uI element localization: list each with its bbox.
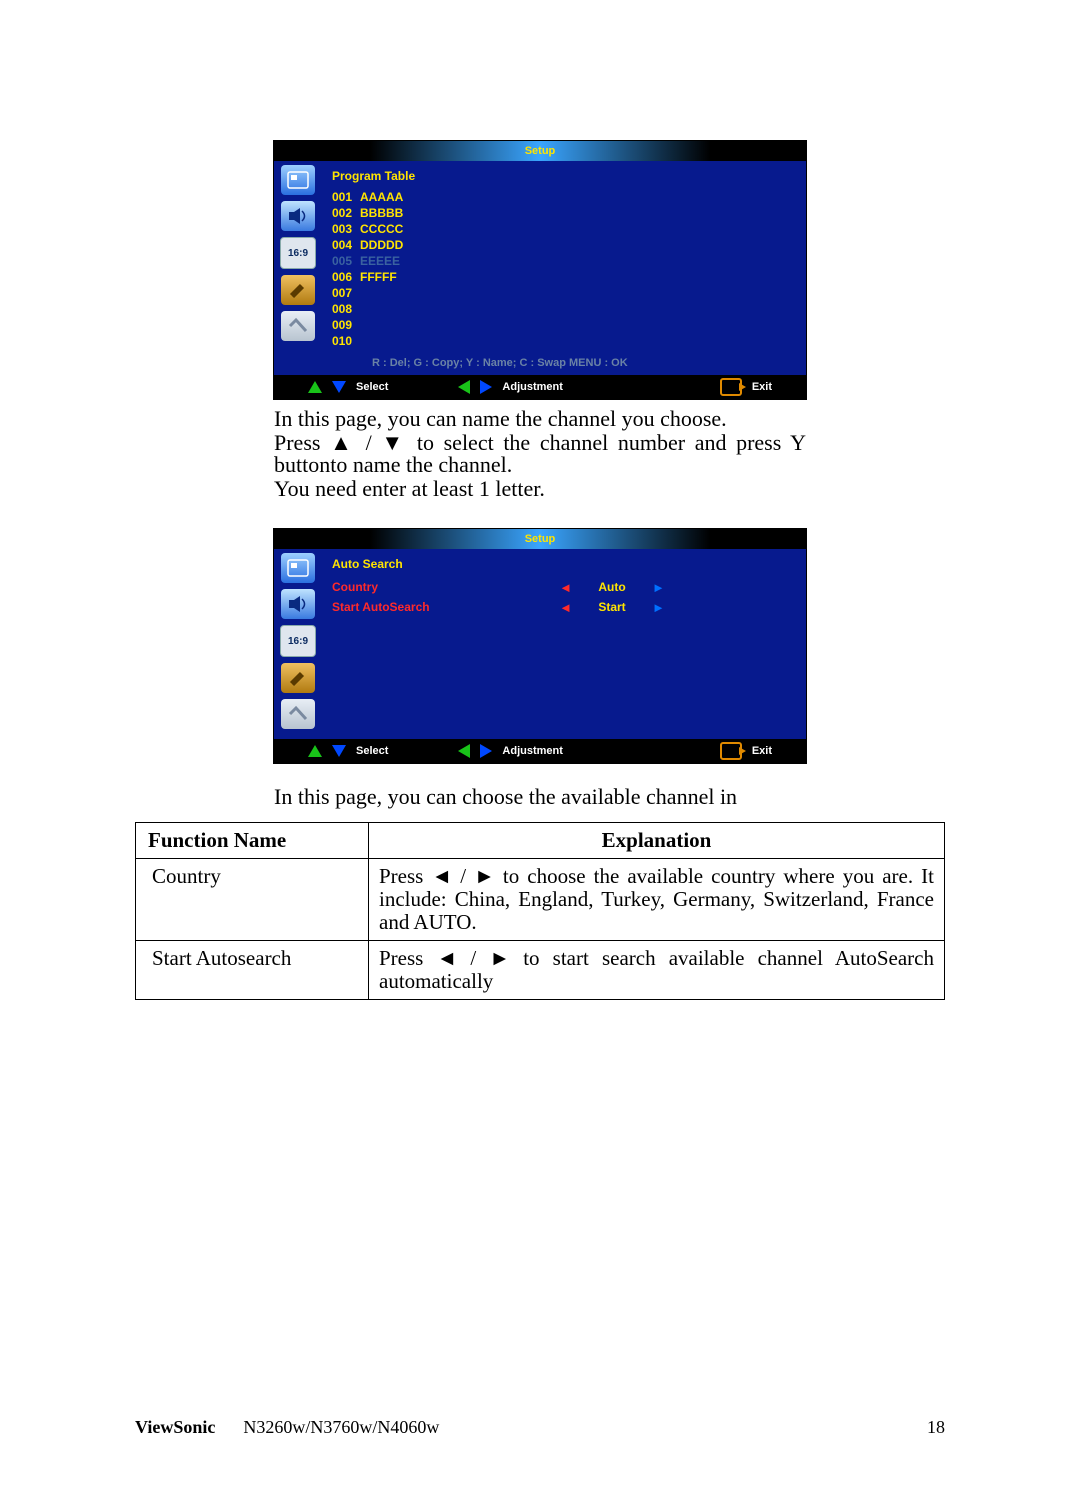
down-icon xyxy=(332,745,346,757)
option-country[interactable]: Country ◄ Auto ► xyxy=(332,577,796,597)
left-icon xyxy=(458,380,470,394)
osd-title: Setup xyxy=(525,145,556,157)
function-table: Function Name Explanation Country Press … xyxy=(135,822,945,1000)
list-item: 004DDDDD xyxy=(332,237,796,253)
list-item: 006FFFFF xyxy=(332,269,796,285)
list-item: 007 xyxy=(332,285,796,301)
section-heading: Program Table xyxy=(332,169,796,183)
right-icon xyxy=(480,380,492,394)
picture-icon[interactable] xyxy=(281,553,315,583)
exit-icon xyxy=(720,378,742,396)
section-heading: Auto Search xyxy=(332,557,796,571)
table-row: Start Autosearch Press ◄ / ► to start se… xyxy=(136,941,945,1000)
right-arrow-icon[interactable]: ► xyxy=(652,580,665,595)
left-arrow-icon[interactable]: ◄ xyxy=(502,600,572,615)
aspect-icon[interactable]: 16:9 xyxy=(280,237,316,269)
nav-select-label: Select xyxy=(356,381,388,393)
nav-adjust-label: Adjustment xyxy=(502,745,563,757)
list-item: 009 xyxy=(332,317,796,333)
table-row: Country Press ◄ / ► to choose the availa… xyxy=(136,859,945,941)
nav-exit-label: Exit xyxy=(752,381,772,393)
nav-adjust-label: Adjustment xyxy=(502,381,563,393)
osd-navbar: Select Adjustment Exit xyxy=(274,375,806,399)
osd-sidebar: 16:9 xyxy=(274,549,322,739)
models-label: N3260w/N3760w/N4060w xyxy=(243,1417,927,1438)
osd-auto-search: Setup 16:9 Auto Search xyxy=(273,528,807,764)
list-item: 008 xyxy=(332,301,796,317)
up-icon xyxy=(308,745,322,757)
osd-sidebar: 16:9 xyxy=(274,161,322,375)
up-icon xyxy=(308,381,322,393)
legend-text: R : Del; G : Copy; Y : Name; C : Swap ME… xyxy=(372,357,796,369)
osd-navbar: Select Adjustment Exit xyxy=(274,739,806,763)
body-text: In this page, you can choose the availab… xyxy=(274,786,806,808)
option-start-autosearch[interactable]: Start AutoSearch ◄ Start ► xyxy=(332,597,796,617)
osd-titlebar: Setup xyxy=(274,141,806,161)
aspect-icon[interactable]: 16:9 xyxy=(280,625,316,657)
setup-icon[interactable] xyxy=(281,663,315,693)
misc-icon[interactable] xyxy=(281,699,315,729)
down-icon xyxy=(332,381,346,393)
picture-icon[interactable] xyxy=(281,165,315,195)
col-function: Function Name xyxy=(136,823,369,859)
left-icon xyxy=(458,744,470,758)
page-number: 18 xyxy=(927,1417,945,1438)
list-item: 005EEEEE xyxy=(332,253,796,269)
setup-icon[interactable] xyxy=(281,275,315,305)
right-icon xyxy=(480,744,492,758)
brand-label: ViewSonic xyxy=(135,1417,215,1438)
body-text: In this page, you can name the channel y… xyxy=(274,408,806,500)
osd-title: Setup xyxy=(525,533,556,545)
sound-icon[interactable] xyxy=(281,589,315,619)
nav-exit-label: Exit xyxy=(752,745,772,757)
sound-icon[interactable] xyxy=(281,201,315,231)
list-item: 003CCCCC xyxy=(332,221,796,237)
exit-icon xyxy=(720,742,742,760)
misc-icon[interactable] xyxy=(281,311,315,341)
list-item: 010 xyxy=(332,333,796,349)
page-footer: ViewSonic N3260w/N3760w/N4060w 18 xyxy=(135,1417,945,1438)
osd-titlebar: Setup xyxy=(274,529,806,549)
table-row: Function Name Explanation xyxy=(136,823,945,859)
left-arrow-icon[interactable]: ◄ xyxy=(502,580,572,595)
program-list[interactable]: 001AAAAA 002BBBBB 003CCCCC 004DDDDD 005E… xyxy=(332,189,796,349)
list-item: 002BBBBB xyxy=(332,205,796,221)
list-item: 001AAAAA xyxy=(332,189,796,205)
col-explanation: Explanation xyxy=(369,823,945,859)
osd-program-table: Setup 16:9 Program Tab xyxy=(273,140,807,400)
right-arrow-icon[interactable]: ► xyxy=(652,600,665,615)
nav-select-label: Select xyxy=(356,745,388,757)
